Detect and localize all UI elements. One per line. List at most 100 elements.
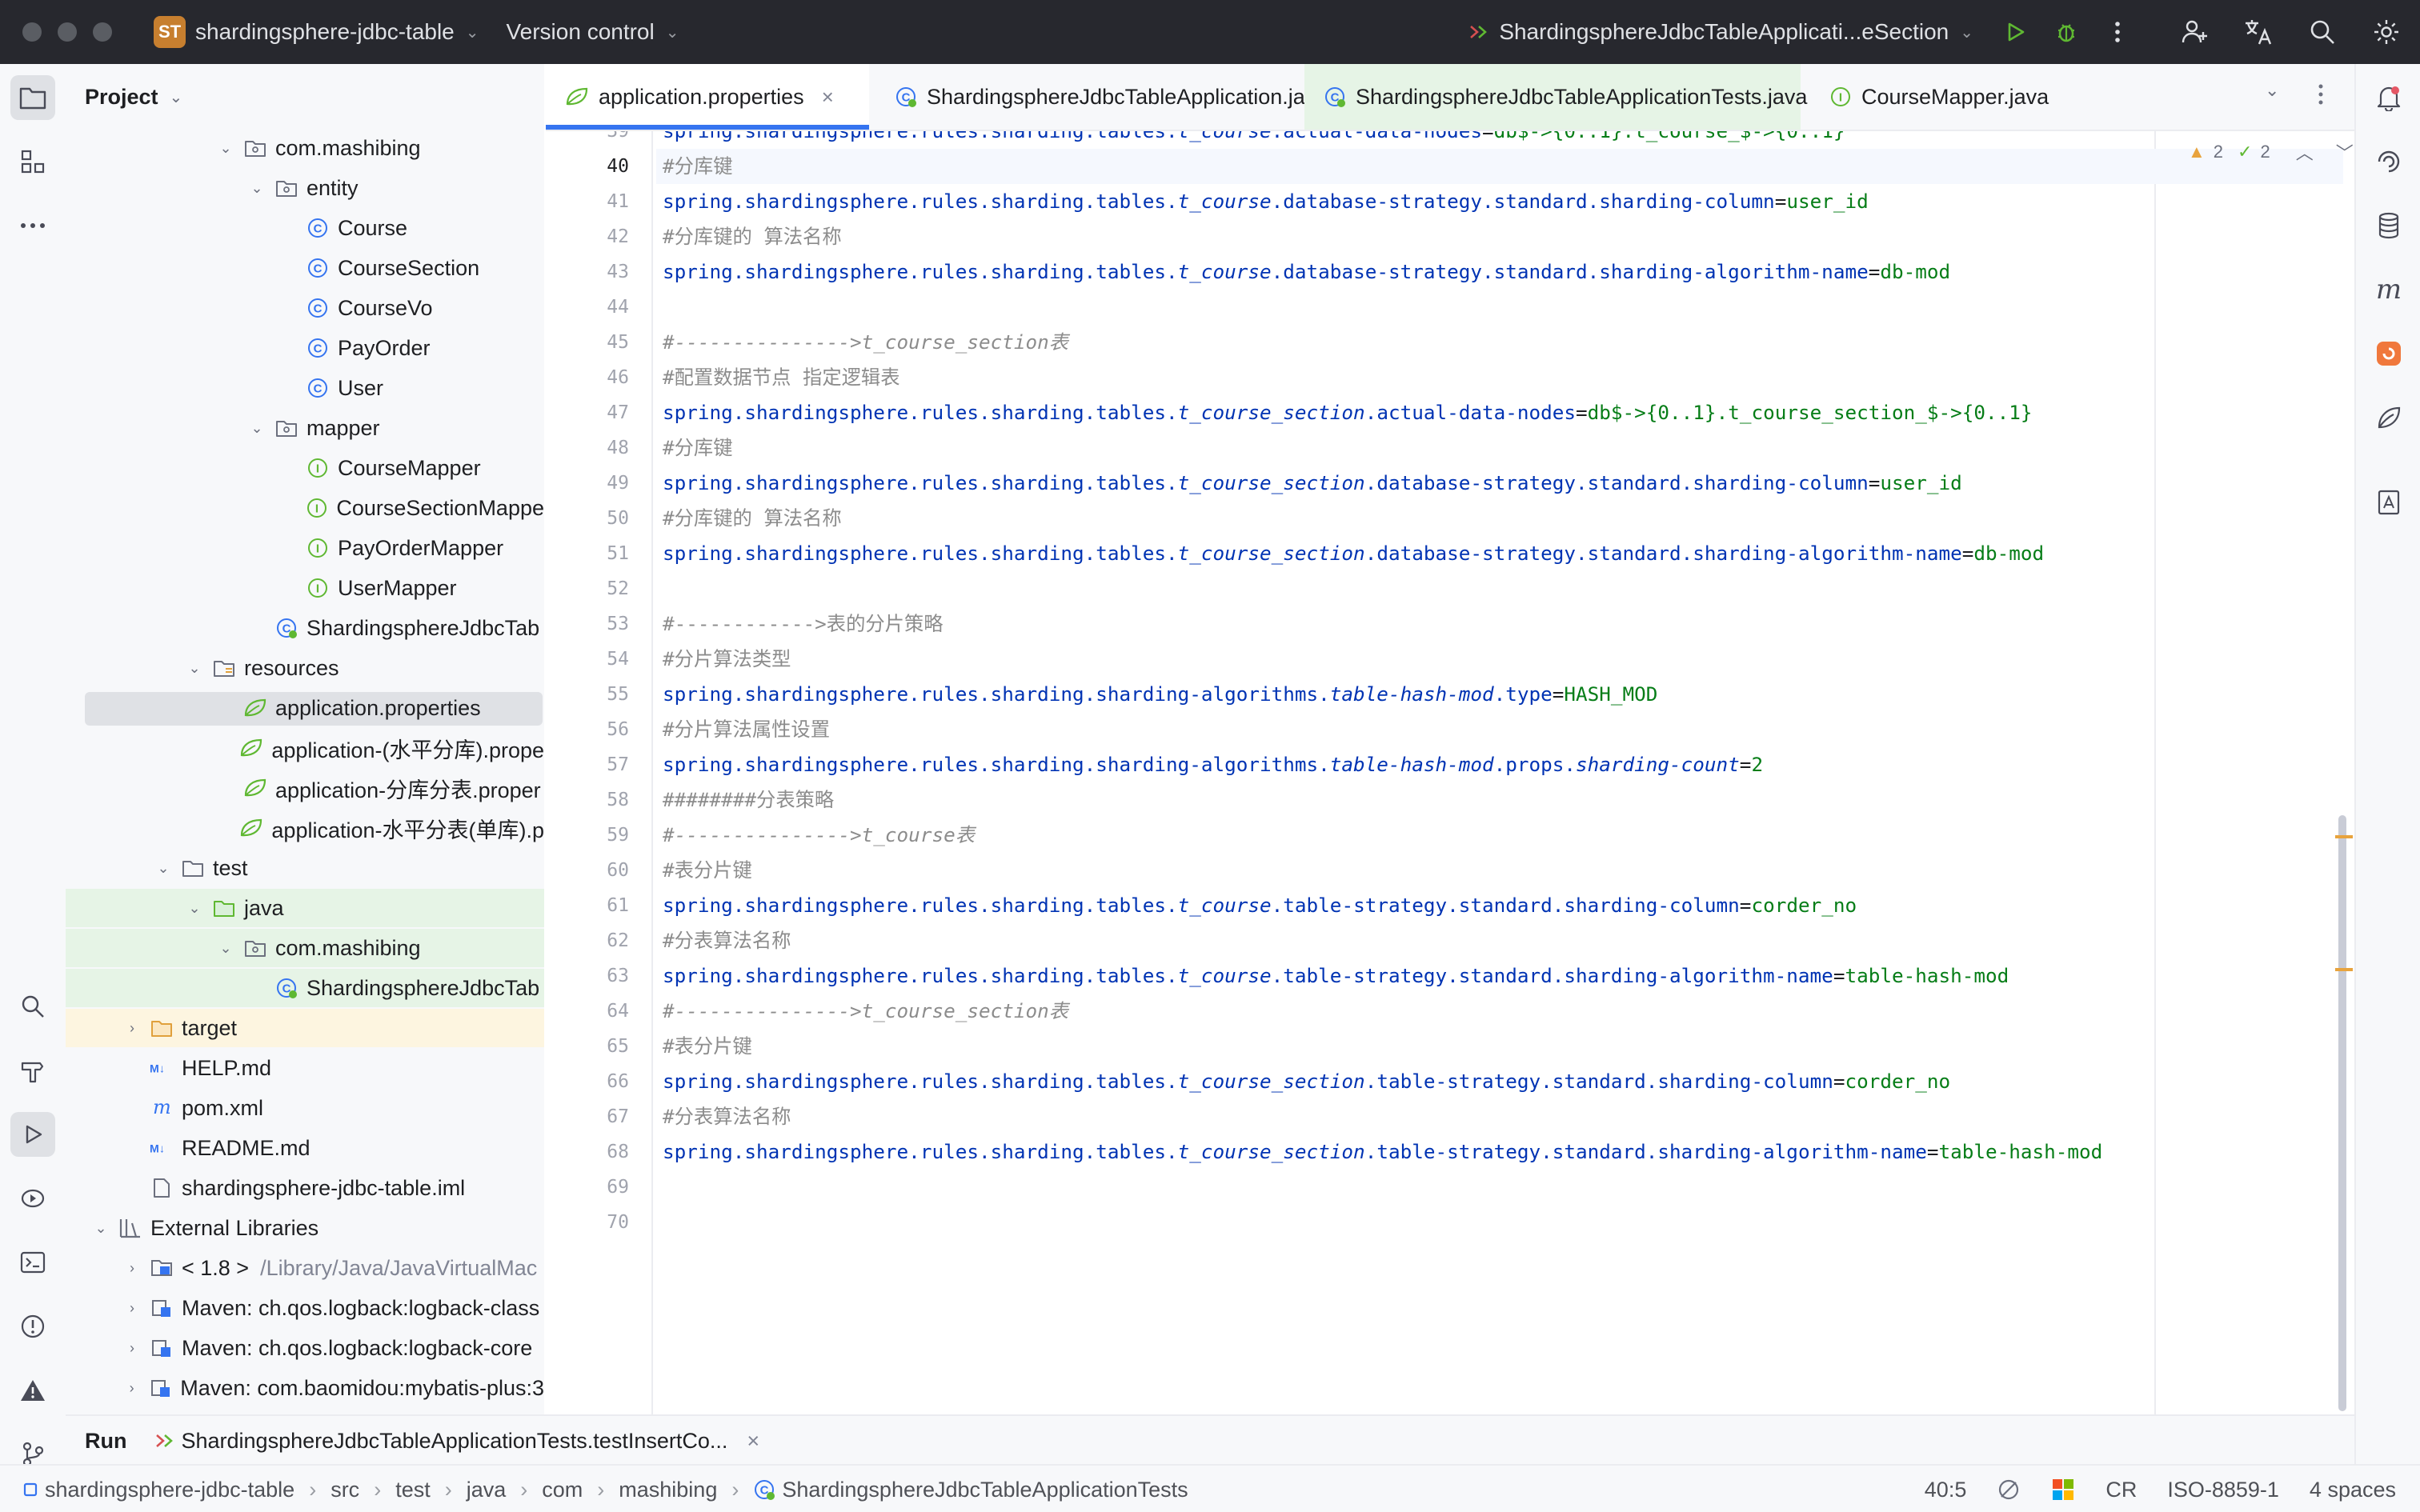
run-tool-button[interactable] bbox=[10, 1112, 55, 1157]
project-name[interactable]: shardingsphere-jdbc-table bbox=[195, 19, 455, 45]
code-line[interactable]: ########分表策略 bbox=[656, 782, 2343, 818]
chevron-right-icon[interactable]: › bbox=[122, 1340, 142, 1357]
code-line[interactable]: #表分片键 bbox=[656, 1029, 2343, 1064]
chevron-down-icon[interactable]: ⌄ bbox=[466, 22, 479, 42]
tree-item[interactable]: C User bbox=[66, 369, 544, 407]
tree-item[interactable]: › < 1.8 > /Library/Java/JavaVirtualMac bbox=[66, 1249, 544, 1287]
tree-item[interactable]: I PayOrderMapper bbox=[66, 529, 544, 567]
breadcrumb-item[interactable]: src bbox=[331, 1478, 359, 1502]
tree-item[interactable]: › target bbox=[66, 1009, 544, 1047]
translate-icon[interactable] bbox=[2241, 14, 2276, 50]
tree-item[interactable]: application-水平分表(单库).p bbox=[66, 809, 544, 847]
add-user-icon[interactable] bbox=[2177, 14, 2212, 50]
vertical-scrollbar[interactable] bbox=[2338, 815, 2346, 1411]
tree-item[interactable]: C Course bbox=[66, 209, 544, 247]
chevron-down-icon[interactable]: ⌄ bbox=[91, 1220, 110, 1237]
code-line[interactable]: #分库键 bbox=[656, 149, 2343, 184]
chevron-right-icon[interactable]: › bbox=[122, 1300, 142, 1317]
tree-item[interactable]: C ShardingsphereJdbcTab bbox=[66, 969, 544, 1007]
ai-assistant-icon[interactable] bbox=[2366, 139, 2411, 184]
project-panel-header[interactable]: Project ⌄ bbox=[66, 64, 544, 130]
chevron-right-icon[interactable]: › bbox=[122, 1380, 141, 1397]
breadcrumb-item[interactable]: ShardingsphereJdbcTableApplicationTests bbox=[782, 1478, 1188, 1502]
code-line[interactable]: spring.shardingsphere.rules.sharding.tab… bbox=[656, 131, 2343, 149]
chevron-down-icon[interactable]: ⌄ bbox=[216, 940, 235, 957]
settings-gear-icon[interactable] bbox=[2369, 14, 2404, 50]
line-separator[interactable]: CR bbox=[2105, 1478, 2137, 1502]
code-line[interactable] bbox=[656, 571, 2343, 606]
code-line[interactable]: spring.shardingsphere.rules.sharding.tab… bbox=[656, 1134, 2343, 1170]
tree-item[interactable]: › Maven: ch.qos.logback:logback-core bbox=[66, 1329, 544, 1367]
tree-item[interactable]: C ShardingsphereJdbcTab bbox=[66, 609, 544, 647]
breadcrumb-item[interactable]: test bbox=[395, 1478, 431, 1502]
error-stripe-mark[interactable] bbox=[2335, 968, 2353, 971]
chevron-right-icon[interactable]: › bbox=[122, 1020, 142, 1037]
search-icon[interactable] bbox=[2305, 14, 2340, 50]
chevron-right-icon[interactable]: › bbox=[122, 1260, 142, 1277]
code-line[interactable]: #表分片键 bbox=[656, 853, 2343, 888]
editor-tab[interactable]: application.properties × bbox=[546, 64, 869, 130]
problems-tool-button[interactable] bbox=[10, 1304, 55, 1349]
code-line[interactable] bbox=[656, 1205, 2343, 1240]
close-tab-icon[interactable]: × bbox=[822, 85, 834, 110]
code-line[interactable]: #--------------->t_course_section表 bbox=[656, 994, 2343, 1029]
tree-item[interactable]: M↓ README.md bbox=[66, 1129, 544, 1167]
tree-item[interactable]: ⌄ External Libraries bbox=[66, 1209, 544, 1247]
tree-item[interactable]: ⌄ test bbox=[66, 849, 544, 887]
documentation-icon[interactable] bbox=[2366, 480, 2411, 525]
code-line[interactable]: #分片算法属性设置 bbox=[656, 712, 2343, 747]
tree-item[interactable]: ⌄ java bbox=[66, 889, 544, 927]
structure-tool-button[interactable] bbox=[10, 139, 55, 184]
vcs-menu[interactable]: Version control bbox=[507, 19, 655, 45]
chevron-down-icon[interactable]: ⌄ bbox=[1960, 22, 1973, 42]
run-config-selector[interactable]: ShardingsphereJdbcTableApplicati...eSect… bbox=[1499, 19, 1949, 45]
warning-icon[interactable] bbox=[10, 1368, 55, 1413]
project-tool-button[interactable] bbox=[10, 75, 55, 120]
leaf-plugin-icon[interactable] bbox=[2366, 395, 2411, 440]
run-icon[interactable] bbox=[1997, 14, 2033, 50]
chevron-down-icon[interactable]: ⌄ bbox=[216, 140, 235, 157]
maven-icon[interactable]: m bbox=[2366, 267, 2411, 312]
previous-highlight-icon[interactable]: ︿ bbox=[2296, 139, 2314, 165]
tree-item[interactable]: I CourseMapper bbox=[66, 449, 544, 487]
code-line[interactable]: spring.shardingsphere.rules.sharding.tab… bbox=[656, 184, 2343, 219]
database-icon[interactable] bbox=[2366, 203, 2411, 248]
power-save-icon[interactable] bbox=[1997, 1478, 2021, 1502]
code-line[interactable]: #--------------->t_course_section表 bbox=[656, 325, 2343, 360]
close-window-button[interactable] bbox=[22, 22, 42, 42]
run-tab[interactable]: ShardingsphereJdbcTableApplicationTests.… bbox=[181, 1429, 727, 1454]
terminal-tool-button[interactable] bbox=[10, 1240, 55, 1285]
tree-item[interactable]: › Maven: com.baomidou:mybatis-plus:3 bbox=[66, 1369, 544, 1407]
code-line[interactable]: spring.shardingsphere.rules.sharding.tab… bbox=[656, 395, 2343, 430]
tree-item[interactable]: › Maven: ch.qos.logback:logback-class bbox=[66, 1289, 544, 1327]
code-line[interactable]: spring.shardingsphere.rules.sharding.tab… bbox=[656, 536, 2343, 571]
tree-item[interactable]: C PayOrder bbox=[66, 329, 544, 367]
code-line[interactable]: #--------------->t_course表 bbox=[656, 818, 2343, 853]
tree-item[interactable]: ⌄ com.mashibing bbox=[66, 130, 544, 167]
code-line[interactable]: spring.shardingsphere.rules.sharding.sha… bbox=[656, 677, 2343, 712]
code-line[interactable]: #分库键的 算法名称 bbox=[656, 219, 2343, 254]
plugin-badge-icon[interactable] bbox=[2366, 331, 2411, 376]
code-line[interactable]: spring.shardingsphere.rules.sharding.tab… bbox=[656, 1064, 2343, 1099]
breadcrumb-item[interactable]: com bbox=[542, 1478, 583, 1502]
services-tool-button[interactable] bbox=[10, 1176, 55, 1221]
code-line[interactable]: #配置数据节点 指定逻辑表 bbox=[656, 360, 2343, 395]
chevron-down-icon[interactable]: ⌄ bbox=[185, 660, 204, 677]
code-line[interactable]: spring.shardingsphere.rules.sharding.tab… bbox=[656, 958, 2343, 994]
tree-item[interactable]: ⌄ entity bbox=[66, 169, 544, 207]
run-panel-title[interactable]: Run bbox=[85, 1429, 126, 1454]
next-highlight-icon[interactable]: ﹀ bbox=[2336, 139, 2354, 165]
tab-more-icon[interactable] bbox=[2318, 83, 2324, 110]
code-editor[interactable]: 39 40 41 42 43 44 45 46 47 48 49 50 51 52 53 54 55 56 57 58… bbox=[546, 131, 2354, 1414]
tree-item[interactable]: M↓ HELP.md bbox=[66, 1049, 544, 1087]
tree-item[interactable]: ⌄ com.mashibing bbox=[66, 929, 544, 967]
tree-item[interactable]: I CourseSectionMappe bbox=[66, 489, 544, 527]
tree-item[interactable]: C CourseSection bbox=[66, 249, 544, 287]
tree-item[interactable]: I UserMapper bbox=[66, 569, 544, 607]
inspection-widget[interactable]: ▲ 2 ✓ 2 ︿ ﹀ bbox=[2188, 139, 2354, 165]
tab-list-chevron-icon[interactable]: ⌄ bbox=[2265, 80, 2279, 101]
chevron-down-icon[interactable]: ⌄ bbox=[666, 22, 679, 42]
code-line[interactable]: #分片算法类型 bbox=[656, 642, 2343, 677]
more-tools-icon[interactable] bbox=[10, 203, 55, 248]
chevron-down-icon[interactable]: ⌄ bbox=[247, 180, 266, 197]
